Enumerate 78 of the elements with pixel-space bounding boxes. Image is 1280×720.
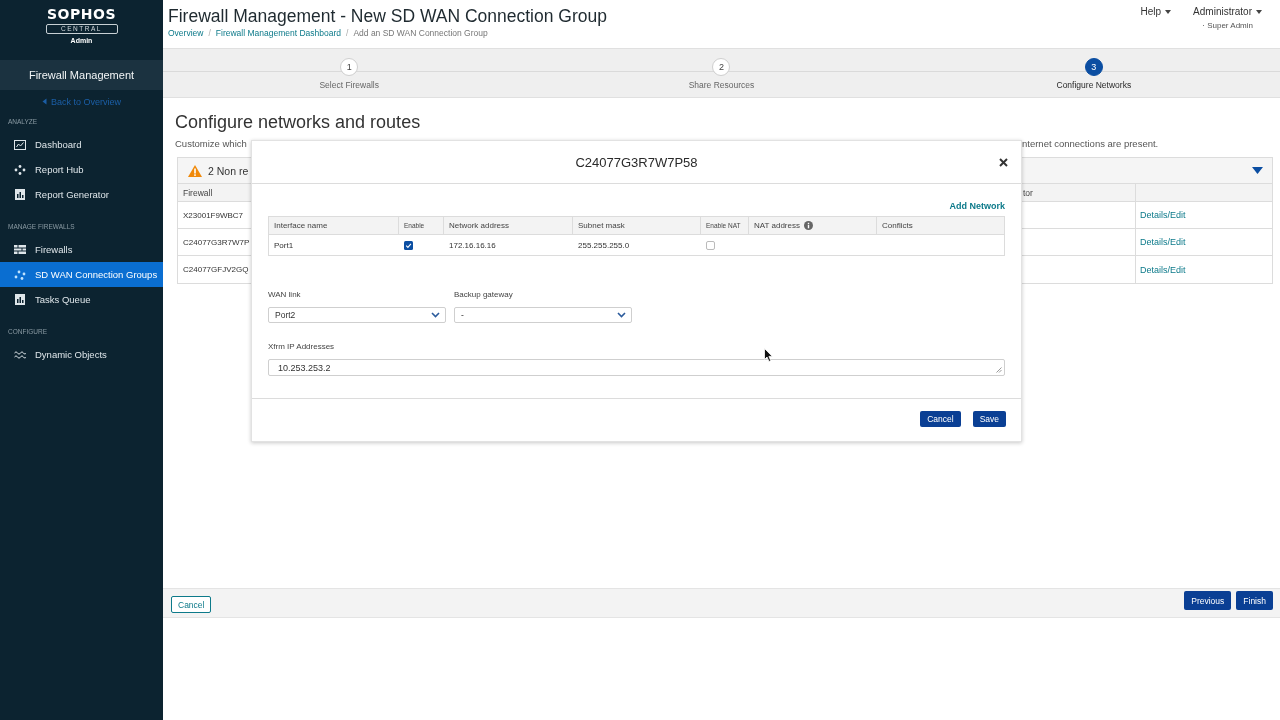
warning-icon — [188, 164, 202, 177]
table-cell: 255.255.255.0 — [578, 240, 630, 250]
sidebar-item[interactable]: Dashboard — [0, 132, 163, 157]
column-header: Subnet mask — [578, 221, 625, 230]
field-label: Xfrm IP Addresses — [268, 341, 336, 353]
warning-text: 2 Non re — [208, 164, 249, 177]
table-cell: X23001F9WBC7 — [183, 210, 244, 220]
previous-button[interactable]: Previous — [1184, 591, 1232, 610]
breadcrumb-separator: / — [346, 27, 349, 39]
breadcrumb-current: Add an SD WAN Connection Group — [353, 27, 488, 39]
chevron-down-icon — [617, 312, 626, 318]
caret-down-icon[interactable] — [1252, 167, 1263, 174]
table-cell: 172.16.16.16 — [449, 240, 496, 250]
dialog-title: C24077G3R7W7P58 — [575, 154, 698, 170]
column-header: Network address — [449, 221, 510, 230]
column-header: Firewall — [183, 187, 213, 198]
table-cell: C24077GFJV2GQ — [183, 265, 249, 274]
sidebar-item[interactable]: Report Hub — [0, 157, 163, 182]
description-text: Customize which — [175, 138, 247, 149]
app-title: Firewall Management — [0, 60, 163, 90]
column-header: Interface name — [274, 221, 328, 230]
step-label: Configure Networks — [1056, 80, 1132, 90]
column-header: NAT address — [754, 221, 800, 230]
sidebar-item[interactable]: Report Generator — [0, 182, 163, 207]
brick-wall-icon — [14, 245, 26, 254]
field-label: Backup gateway — [454, 289, 514, 301]
xfrm-ip-field[interactable]: 10.253.253.2 — [268, 359, 1005, 376]
caret-icon — [1256, 10, 1262, 14]
sidebar-item[interactable]: Firewalls — [0, 237, 163, 262]
checkbox[interactable] — [404, 240, 413, 250]
breadcrumb-link[interactable]: Overview — [168, 27, 204, 39]
info-icon — [803, 221, 813, 230]
column-header: tor — [1023, 187, 1033, 198]
field-label: WAN link — [268, 289, 302, 301]
close-icon — [999, 157, 1008, 167]
step-label: Share Resources — [688, 80, 755, 90]
table-cell: C24077G3R7W7P — [183, 237, 250, 247]
close-button[interactable] — [999, 157, 1008, 167]
help-menu[interactable]: Help — [1140, 6, 1172, 18]
sidebar-item[interactable]: Dynamic Objects — [0, 342, 163, 367]
step-label: Select Firewalls — [319, 80, 379, 90]
wavy-lines-icon — [14, 350, 26, 359]
wan-link-select[interactable]: Port2 — [268, 307, 446, 323]
mouse-pointer-icon — [764, 348, 773, 362]
sidebar-item[interactable]: Tasks Queue — [0, 287, 163, 312]
cancel-button[interactable]: Cancel — [171, 596, 212, 613]
section-title: Configure networks and routes — [175, 111, 422, 133]
brand-logo: SOPHOS — [47, 6, 116, 22]
resize-handle-icon — [996, 367, 1002, 373]
sidebar-item[interactable]: SD WAN Connection Groups — [0, 262, 163, 287]
caret-icon — [1165, 10, 1172, 14]
finish-button[interactable]: Finish — [1236, 591, 1273, 610]
step-number: 2 — [712, 58, 731, 76]
column-header: Conflicts — [882, 221, 913, 230]
triangle-left-icon — [42, 98, 47, 105]
checkbox[interactable] — [706, 240, 715, 250]
details-edit-link[interactable]: Details/Edit — [1140, 264, 1186, 275]
report-document-icon — [15, 294, 25, 305]
dots-cluster-icon — [14, 164, 26, 175]
add-network-link[interactable]: Add Network — [949, 198, 1005, 214]
backup-gateway-select[interactable]: - — [454, 307, 632, 323]
breadcrumb-separator: / — [208, 27, 211, 39]
description-text: nternet connections are present. — [1022, 138, 1159, 149]
table-cell: Port1 — [274, 240, 294, 250]
dots-cluster-icon — [14, 269, 26, 280]
details-edit-link[interactable]: Details/Edit — [1140, 237, 1186, 247]
save-button[interactable]: Save — [972, 411, 1006, 427]
page-title: Firewall Management - New SD WAN Connection Group — [168, 5, 607, 27]
dialog-cancel-button[interactable]: Cancel — [920, 411, 961, 427]
user-role: · Super Admin — [1202, 21, 1253, 31]
details-edit-link[interactable]: Details/Edit — [1140, 210, 1186, 220]
user-menu[interactable]: Administrator — [1193, 6, 1262, 18]
chevron-down-icon — [431, 312, 440, 318]
breadcrumb-link[interactable]: Firewall Management Dashboard — [215, 27, 341, 39]
chart-monitor-icon — [14, 139, 26, 150]
step-number: 1 — [340, 58, 359, 76]
report-document-icon — [15, 189, 25, 200]
step-number: 3 — [1084, 58, 1103, 76]
